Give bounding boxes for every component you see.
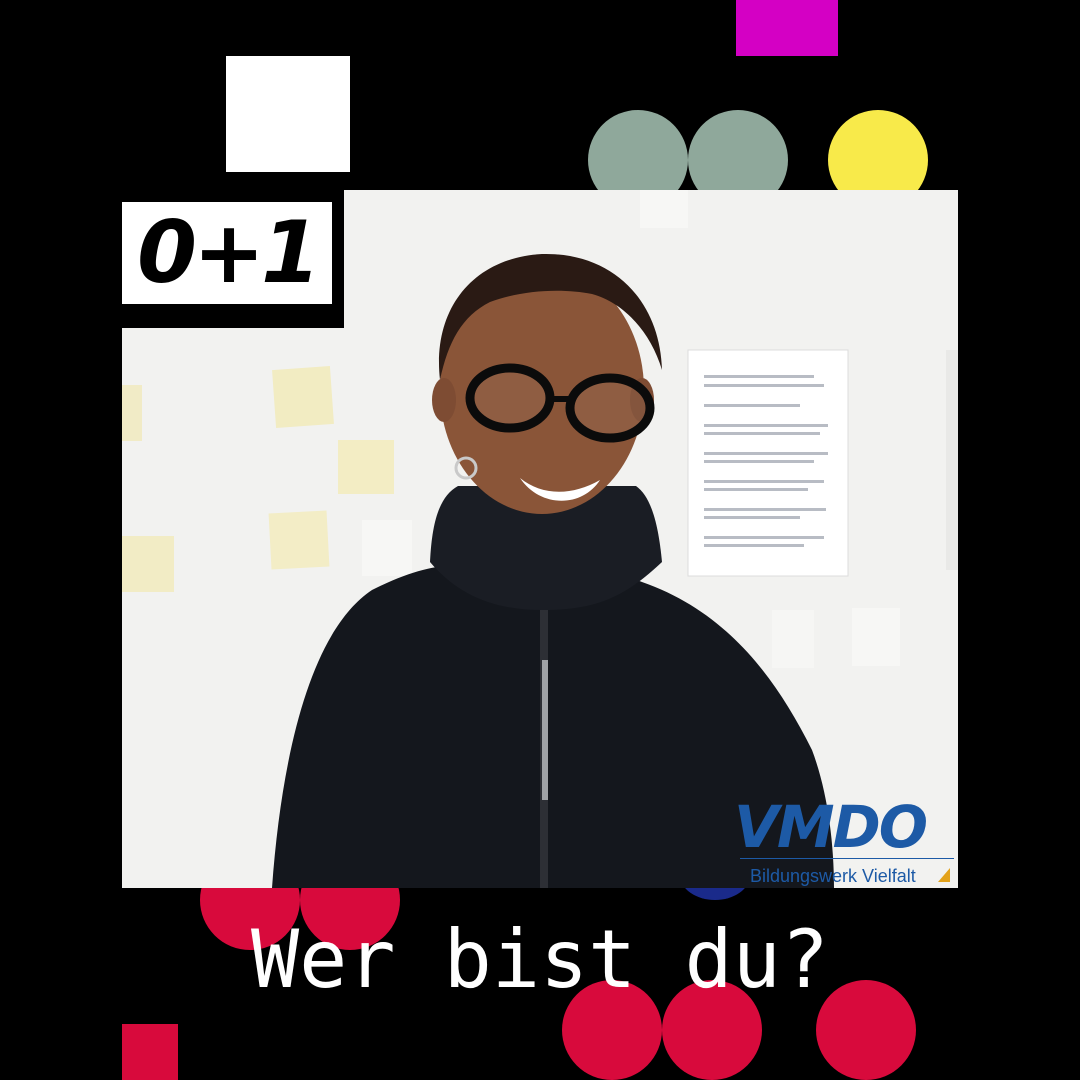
program-badge: 0+1 [122,190,344,328]
white-square [226,56,350,172]
red-square [122,1024,178,1080]
badge-text: 0+1 [137,203,321,303]
logo-triangle-icon [938,868,950,882]
badge-box: 0+1 [122,202,332,304]
logo-brand: VMDO [734,793,928,861]
vmdo-logo: VMDO Bildungswerk Vielfalt [730,798,958,890]
logo-rule [740,858,954,859]
magenta-square [736,0,838,56]
caption-question: Wer bist du? [251,913,829,1006]
logo-subtitle: Bildungswerk Vielfalt [750,866,916,886]
